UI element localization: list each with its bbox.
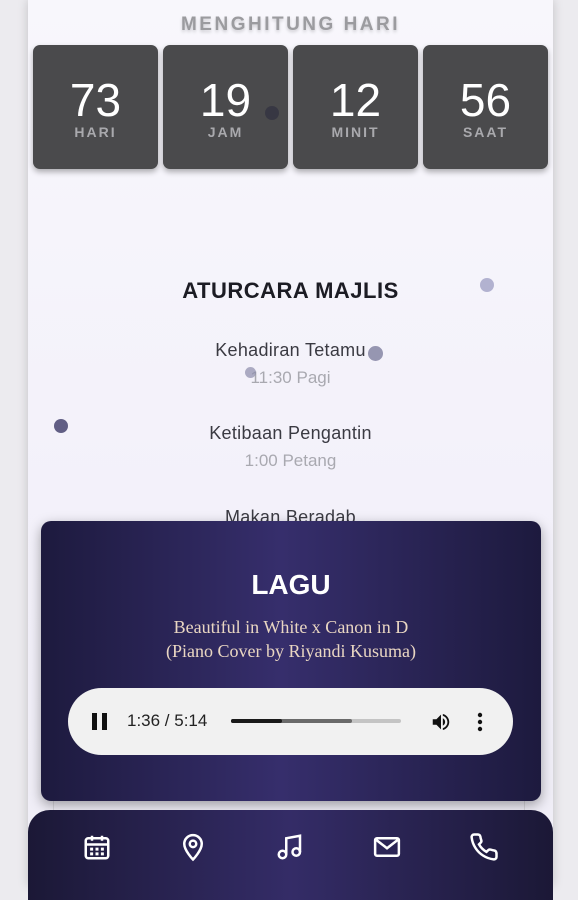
bottom-nav (28, 810, 553, 900)
time-display: 1:36 / 5:14 (127, 711, 208, 730)
schedule-heading: ATURCARA MAJLIS (182, 278, 399, 303)
countdown-title: MENGHITUNG HARI (180, 14, 401, 35)
music-player-card: LAGU Beautiful in White x Canon in D (Pi… (41, 521, 541, 801)
pause-icon[interactable] (92, 713, 108, 730)
audio-player: 1:36 / 5:14 (68, 688, 513, 755)
player-title: LAGU (251, 569, 331, 600)
event-time: 1:00 Petang (244, 451, 337, 470)
countdown-minutes-label: MINIT (331, 124, 380, 140)
event-time: 11:30 Pagi (250, 368, 331, 387)
decorative-dot (265, 106, 279, 120)
more-vert-icon[interactable] (473, 711, 487, 733)
event-name: Ketibaan Pengantin (209, 423, 372, 443)
countdown-days-value: 73 (69, 74, 122, 126)
countdown-seconds: 56 SAAT (423, 45, 548, 169)
phone-icon[interactable] (469, 832, 499, 862)
decorative-dot (245, 367, 256, 378)
mail-icon[interactable] (372, 832, 402, 862)
progress-bar (231, 719, 282, 723)
song-info: Beautiful in White x Canon in D (Piano C… (41, 615, 541, 663)
volume-icon[interactable] (430, 711, 452, 733)
event-name: Kehadiran Tetamu (215, 340, 366, 360)
calendar-icon[interactable] (82, 832, 112, 862)
schedule-event: Kehadiran Tetamu 11:30 Pagi (28, 340, 553, 388)
countdown-minutes: 12 MINIT (293, 45, 418, 169)
countdown-minutes-value: 12 (329, 74, 382, 126)
countdown-days-label: HARI (74, 124, 117, 140)
countdown-days: 73 HARI (33, 45, 158, 169)
schedule-event: Ketibaan Pengantin 1:00 Petang (28, 423, 553, 471)
song-credit: (Piano Cover by Riyandi Kusuma) (166, 641, 416, 661)
decorative-dot (368, 346, 383, 361)
music-icon[interactable] (275, 832, 305, 862)
seek-slider[interactable] (231, 719, 401, 723)
location-pin-icon[interactable] (178, 832, 208, 862)
countdown-hours-label: JAM (207, 124, 244, 140)
countdown-seconds-value: 56 (459, 74, 512, 126)
song-title: Beautiful in White x Canon in D (173, 617, 409, 637)
countdown-seconds-label: SAAT (462, 124, 509, 140)
decorative-dot (480, 278, 494, 292)
decorative-dot (54, 419, 68, 433)
